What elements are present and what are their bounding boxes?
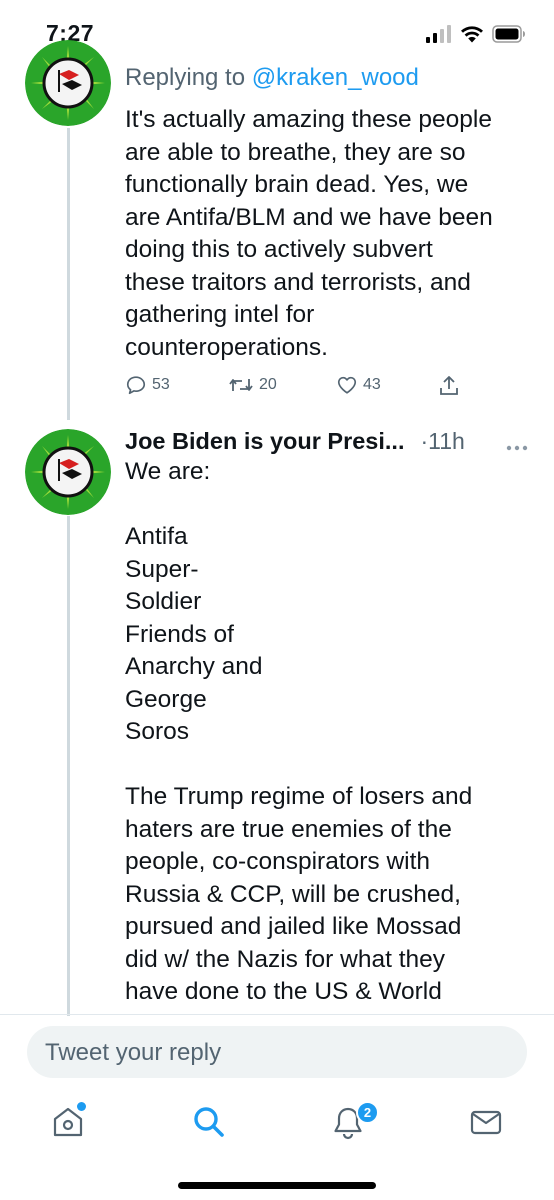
- like-button[interactable]: 43: [336, 374, 381, 396]
- replying-to-prefix: Replying to: [125, 64, 252, 91]
- replying-to-handle[interactable]: @kraken_wood: [252, 64, 419, 91]
- app-screen: 7:27 Replying to @kraken_wood It's actua…: [0, 0, 554, 1200]
- thread-connector-line-upper: [67, 128, 70, 420]
- heart-icon: [337, 376, 357, 394]
- reply-placeholder: Tweet your reply: [45, 1039, 222, 1066]
- cellular-signal-icon: [426, 25, 451, 43]
- reply-icon: [126, 376, 146, 395]
- battery-icon: [492, 25, 525, 43]
- tweet-text: We are: Antifa Super- Soldier Friends of…: [125, 458, 473, 1005]
- retweet-count: 20: [259, 376, 277, 393]
- tweet-text: It's actually amazing these people are a…: [125, 106, 493, 361]
- status-icons: [426, 23, 526, 45]
- more-dots-icon: [506, 445, 528, 451]
- new-tweets-dot: [77, 1102, 86, 1111]
- avatar[interactable]: [25, 40, 111, 126]
- notifications-badge: 2: [356, 1101, 379, 1124]
- tweet-time: ·11h: [420, 427, 465, 454]
- like-count: 43: [363, 376, 381, 393]
- thread-connector-line-lower: [67, 516, 70, 1016]
- reply-count: 53: [152, 376, 170, 393]
- tab-search[interactable]: [191, 1104, 227, 1140]
- search-icon: [194, 1107, 224, 1137]
- replying-to-label: Replying to @kraken_wood: [125, 64, 419, 92]
- share-icon: [440, 376, 458, 395]
- avatar[interactable]: [25, 429, 111, 515]
- share-button[interactable]: [438, 374, 460, 398]
- retweet-icon: [229, 379, 253, 391]
- antifa-logo-icon: [25, 40, 111, 126]
- divider: [0, 1014, 554, 1015]
- wifi-icon: [461, 26, 483, 43]
- reply-button[interactable]: 53: [125, 374, 170, 396]
- tweet-header: Joe Biden is your Presi... ·11h: [125, 426, 465, 456]
- retweet-button[interactable]: 20: [228, 374, 277, 396]
- reply-input[interactable]: Tweet your reply: [27, 1026, 527, 1078]
- home-indicator[interactable]: [178, 1182, 376, 1189]
- antifa-logo-icon: [25, 429, 111, 515]
- tweet-actions: 53 20 43: [125, 374, 545, 402]
- messages-icon: [470, 1110, 502, 1135]
- more-options-button[interactable]: [506, 438, 528, 456]
- display-name[interactable]: Joe Biden is your Presi...: [125, 428, 405, 455]
- tab-messages[interactable]: [468, 1104, 504, 1140]
